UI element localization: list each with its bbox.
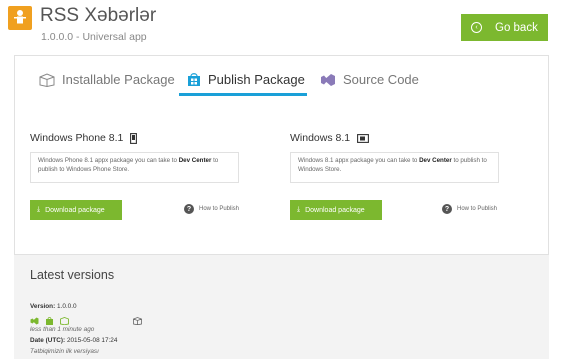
phone-icon [130, 132, 138, 144]
installable-package-icon[interactable] [60, 317, 69, 325]
dev-center-link[interactable]: Dev Center [419, 157, 452, 164]
windows-phone-title-label: Windows Phone 8.1 [30, 132, 124, 144]
package-icon [39, 72, 55, 87]
app-title: RSS Xəbərlər [40, 5, 157, 26]
store-bag-icon [188, 73, 200, 86]
package-card: Installable Package Publish Package Sour… [14, 55, 549, 255]
version-time-ago: less than 1 minute ago [30, 326, 95, 333]
download-phone-package-button[interactable]: ⤓ Download package [30, 200, 122, 220]
tab-source-code[interactable]: Source Code [320, 72, 419, 87]
tab-source-code-label: Source Code [343, 72, 419, 87]
windows-desc-text: Windows 8.1 appx package you can take to [298, 157, 420, 164]
tab-publish-package-label: Publish Package [208, 72, 305, 87]
how-to-publish-phone-label: How to Publish [199, 206, 240, 212]
app-subtitle: 1.0.0.0 - Universal app [41, 31, 147, 43]
latest-versions-heading: Latest versions [30, 268, 115, 282]
version-package-icons [30, 317, 142, 325]
tab-installable-package-label: Installable Package [62, 72, 175, 87]
tablet-icon [357, 133, 370, 143]
version-note: Tətbiqimizin ilk versiyası [30, 348, 99, 355]
windows-phone-desc-text: Windows Phone 8.1 appx package you can t… [38, 157, 179, 164]
download-windows-label: Download package [305, 206, 365, 214]
version-row: Version: 1.0.0.0 [30, 303, 77, 310]
tab-installable-package[interactable]: Installable Package [39, 72, 175, 87]
app-logo [8, 6, 32, 30]
windows-title: Windows 8.1 [290, 132, 370, 144]
download-phone-label: Download package [45, 206, 105, 214]
store-package-icon[interactable] [45, 317, 54, 325]
windows-phone-title: Windows Phone 8.1 [30, 132, 138, 144]
source-code-icon[interactable] [30, 317, 39, 325]
tab-publish-package[interactable]: Publish Package [187, 72, 305, 87]
download-icon: ⤓ [297, 206, 301, 213]
download-windows-package-button[interactable]: ⤓ Download package [290, 200, 382, 220]
visual-studio-icon [321, 73, 335, 86]
back-arrow-icon: ‹ [471, 22, 482, 33]
latest-versions-panel: Latest versions Version: 1.0.0.0 less th… [14, 255, 549, 359]
how-to-publish-windows-label: How to Publish [457, 206, 498, 212]
go-back-button[interactable]: ‹ Go back [461, 14, 548, 41]
help-icon: ? [442, 204, 452, 214]
date-value: 2015-05-08 17:24 [66, 337, 118, 344]
how-to-publish-windows-link[interactable]: ? How to Publish [442, 204, 497, 214]
how-to-publish-phone-link[interactable]: ? How to Publish [184, 204, 239, 214]
version-value: 1.0.0.0 [57, 303, 77, 310]
version-label: Version: [30, 303, 56, 310]
version-date-row: Date (UTC): 2015-05-08 17:24 [30, 337, 117, 344]
active-tab-indicator [179, 93, 307, 96]
windows-title-label: Windows 8.1 [290, 132, 351, 144]
date-label: Date (UTC): [30, 337, 66, 344]
windows-phone-description: Windows Phone 8.1 appx package you can t… [30, 152, 239, 183]
help-icon: ? [184, 204, 194, 214]
package-details-icon[interactable] [133, 317, 142, 325]
windows-description: Windows 8.1 appx package you can take to… [290, 152, 499, 183]
download-icon: ⤓ [37, 206, 41, 213]
rss-figure-icon [14, 10, 26, 24]
go-back-label: Go back [495, 21, 538, 34]
dev-center-link[interactable]: Dev Center [179, 157, 212, 164]
